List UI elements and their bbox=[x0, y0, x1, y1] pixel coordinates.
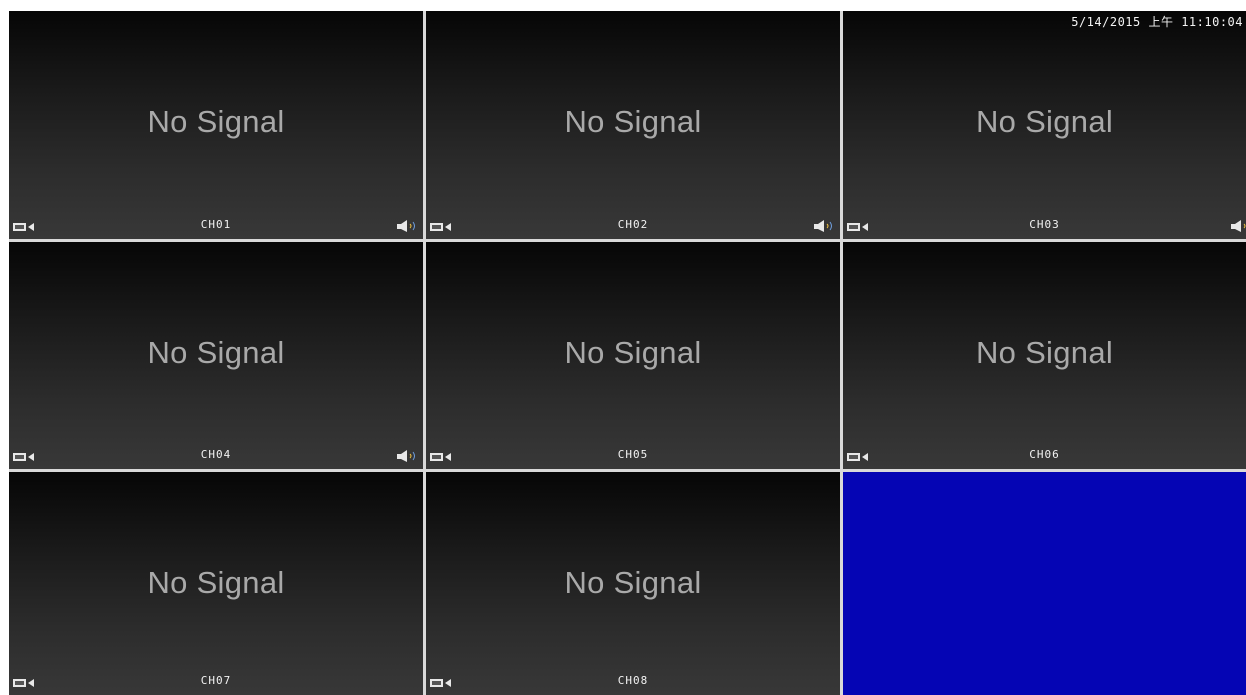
channel-tile-ch02[interactable]: No Signal CH02 bbox=[426, 11, 840, 239]
no-signal-text: No Signal bbox=[975, 335, 1114, 370]
channel-label: CH08 bbox=[617, 674, 649, 687]
channel-tile-ch03[interactable]: 5/14/2015 上午 11:10:04 No Signal CH03 bbox=[843, 11, 1246, 239]
channel-label: CH06 bbox=[1029, 448, 1060, 461]
channel-label: CH01 bbox=[200, 218, 232, 231]
channel-tile-ch08[interactable]: No Signal CH08 bbox=[426, 472, 840, 695]
speaker-icon bbox=[397, 220, 415, 232]
channel-label: CH07 bbox=[200, 674, 232, 687]
no-signal-text: No Signal bbox=[147, 335, 285, 370]
empty-channel-tile[interactable] bbox=[843, 472, 1246, 695]
channel-tile-ch07[interactable]: No Signal CH07 bbox=[9, 472, 423, 695]
no-signal-text: No Signal bbox=[147, 565, 285, 600]
datetime-display: 5/14/2015 上午 11:10:04 bbox=[1071, 15, 1243, 29]
channel-tile-ch01[interactable]: No Signal CH01 bbox=[9, 11, 423, 239]
speaker-icon bbox=[814, 220, 832, 232]
no-signal-text: No Signal bbox=[564, 335, 702, 370]
channel-tile-ch05[interactable]: No Signal CH05 bbox=[426, 242, 840, 469]
speaker-icon bbox=[397, 450, 415, 462]
no-signal-text: No Signal bbox=[564, 104, 702, 139]
channel-label: CH03 bbox=[1029, 218, 1060, 231]
speaker-icon bbox=[1231, 220, 1246, 232]
no-signal-text: No Signal bbox=[564, 565, 702, 600]
no-signal-text: No Signal bbox=[975, 104, 1114, 139]
channel-label: CH02 bbox=[617, 218, 649, 231]
channel-grid: No Signal CH01 No Signal CH02 5/14/2015 … bbox=[9, 11, 1246, 695]
channel-tile-ch04[interactable]: No Signal CH04 bbox=[9, 242, 423, 469]
channel-label: CH05 bbox=[617, 448, 649, 461]
channel-label: CH04 bbox=[200, 448, 232, 461]
no-signal-text: No Signal bbox=[147, 104, 285, 139]
channel-tile-ch06[interactable]: No Signal CH06 bbox=[843, 242, 1246, 469]
